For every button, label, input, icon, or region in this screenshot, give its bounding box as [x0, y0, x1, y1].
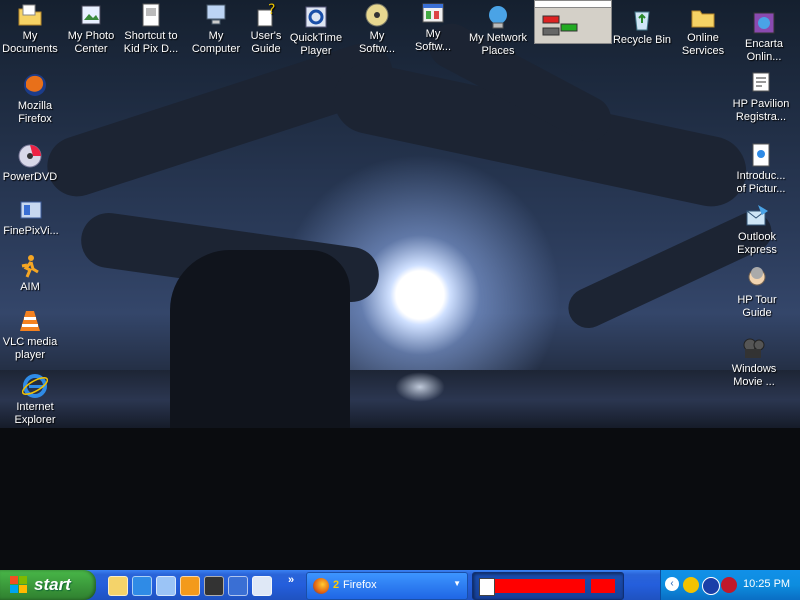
task-label: Firefox	[343, 579, 377, 591]
desktop-icon-encarta[interactable]: Encarta Onlin...	[729, 10, 799, 64]
desktop-background: My Documents Mozilla Firefox PowerDVD Fi…	[0, 0, 800, 570]
selected-window-icon[interactable]	[534, 0, 612, 44]
start-button[interactable]: start	[0, 570, 96, 600]
window-layout-icon	[542, 15, 578, 36]
recycle-bin-icon	[634, 11, 650, 31]
search-window-icon[interactable]	[252, 576, 272, 596]
vlc-cone-icon	[20, 311, 40, 331]
start-label: start	[34, 575, 71, 594]
window-title-bar	[535, 1, 611, 8]
aim-runner-icon	[21, 255, 39, 278]
internet-explorer-icon	[22, 374, 48, 398]
my-computer-icon	[206, 4, 226, 25]
icon-label: AIM	[20, 281, 40, 293]
outlook-quicklaunch-icon[interactable]	[108, 576, 128, 596]
network-places-icon	[489, 6, 507, 29]
icon-label: HP Tour Guide	[737, 294, 777, 319]
dvd-icon	[18, 144, 42, 168]
desktop-icon-my-software-window[interactable]: My Softw...	[398, 0, 468, 54]
icon-label: PowerDVD	[2, 171, 58, 183]
online-services-folder-icon	[691, 10, 715, 28]
help-icon[interactable]	[228, 576, 248, 596]
rock	[170, 250, 350, 440]
taskbar-button-chat-window[interactable]	[472, 572, 624, 600]
firefox-icon	[24, 74, 46, 96]
windows-flag-icon	[10, 576, 27, 593]
icon-label: Mozilla Firefox	[17, 100, 53, 125]
redacted-title-block	[591, 579, 615, 593]
icon-label: Online Services	[681, 32, 725, 57]
desktop-icon-outlook-express[interactable]: Outlook Express	[722, 203, 792, 257]
desktop-icon-hp-pavilion-registration[interactable]: HP Pavilion Registra...	[726, 70, 796, 124]
aim-tray-icon[interactable]	[702, 577, 720, 595]
icon-label: Outlook Express	[737, 231, 777, 256]
desktop-icon-my-network-places[interactable]: My Network Places	[463, 4, 533, 58]
redacted-title-block	[495, 579, 585, 593]
software-cd-icon	[365, 3, 389, 27]
taskbar: start » 2 Firefox ▼ ‹ 10:25 PM	[0, 570, 800, 600]
camera-app-icon	[20, 201, 42, 219]
windows-movie-maker-icon	[743, 338, 765, 358]
desktop-icon-powerdvd[interactable]: PowerDVD	[0, 143, 65, 184]
desktop-icon-hp-tour-guide[interactable]: HP Tour Guide	[722, 266, 792, 320]
desktop-icon-introduction-pictures[interactable]: Introduc... of Pictur...	[726, 142, 796, 196]
users-guide-icon: ?	[257, 2, 275, 27]
media-player-icon[interactable]	[180, 576, 200, 596]
outlook-express-icon	[746, 205, 768, 226]
desktop-icon-finepix[interactable]: FinePixVi...	[0, 197, 66, 238]
desktop-icon-vlc[interactable]: VLC media player	[0, 308, 65, 362]
firefox-task-icon	[313, 578, 329, 594]
folder-documents-icon	[18, 4, 42, 26]
desktop-icon-recycle-bin[interactable]: Recycle Bin	[607, 6, 677, 47]
icon-label: FinePixVi...	[3, 225, 59, 237]
icon-label: Recycle Bin	[612, 34, 672, 46]
desktop-icon-online-services[interactable]: Online Services	[668, 4, 738, 58]
icon-label: Introduc... of Pictur...	[736, 170, 786, 195]
icon-label: My Softw...	[414, 28, 452, 53]
desktop-icon-firefox[interactable]: Mozilla Firefox	[0, 72, 70, 126]
icon-label: QuickTime Player	[289, 32, 343, 57]
ie-quicklaunch-icon[interactable]	[132, 576, 152, 596]
svg-text:?: ?	[268, 2, 275, 18]
movie-icon[interactable]	[204, 576, 224, 596]
desktop-icon-quicktime[interactable]: QuickTime Player	[281, 4, 351, 58]
dropdown-arrow-icon: ▼	[453, 579, 461, 588]
encarta-icon	[753, 12, 775, 34]
icon-label: Shortcut to Kid Pix D...	[123, 30, 179, 55]
photo-center-icon	[81, 5, 101, 25]
desktop-icon-windows-movie-maker[interactable]: Windows Movie ...	[719, 335, 789, 389]
desktop-icon-internet-explorer[interactable]: Internet Explorer	[0, 373, 70, 427]
quick-launch-overflow-chevron-icon[interactable]: »	[288, 574, 294, 586]
taskbar-button-firefox[interactable]: 2 Firefox ▼	[306, 572, 468, 600]
icon-label: VLC media player	[2, 336, 58, 361]
hp-tour-guide-icon	[748, 267, 766, 286]
moon-reflection	[395, 372, 445, 402]
software-window-icon	[422, 3, 444, 23]
quicktime-icon	[305, 6, 327, 28]
norton-shield-icon[interactable]	[683, 577, 699, 593]
kidpix-icon	[142, 3, 160, 27]
hp-registration-icon	[752, 72, 770, 92]
chat-window-icon	[479, 578, 495, 596]
window-group-count: 2	[333, 579, 340, 591]
icon-label: Internet Explorer	[14, 401, 56, 426]
system-tray: ‹ 10:25 PM	[660, 570, 800, 600]
mcafee-shield-icon[interactable]	[721, 577, 737, 593]
intro-pictures-icon	[752, 143, 770, 167]
icon-label: Windows Movie ...	[731, 363, 777, 388]
desktop-icon-aim[interactable]: AIM	[0, 253, 65, 294]
icon-label: My Network Places	[468, 32, 528, 57]
icon-label: Encarta Onlin...	[745, 38, 783, 63]
show-hidden-icons-button[interactable]: ‹	[665, 577, 679, 591]
icon-label: HP Pavilion Registra...	[732, 98, 790, 123]
clock[interactable]: 10:25 PM	[743, 578, 790, 590]
desktop-icon-kid-pix[interactable]: Shortcut to Kid Pix D...	[116, 2, 186, 56]
show-desktop-icon[interactable]	[156, 576, 176, 596]
foreground	[0, 428, 800, 570]
